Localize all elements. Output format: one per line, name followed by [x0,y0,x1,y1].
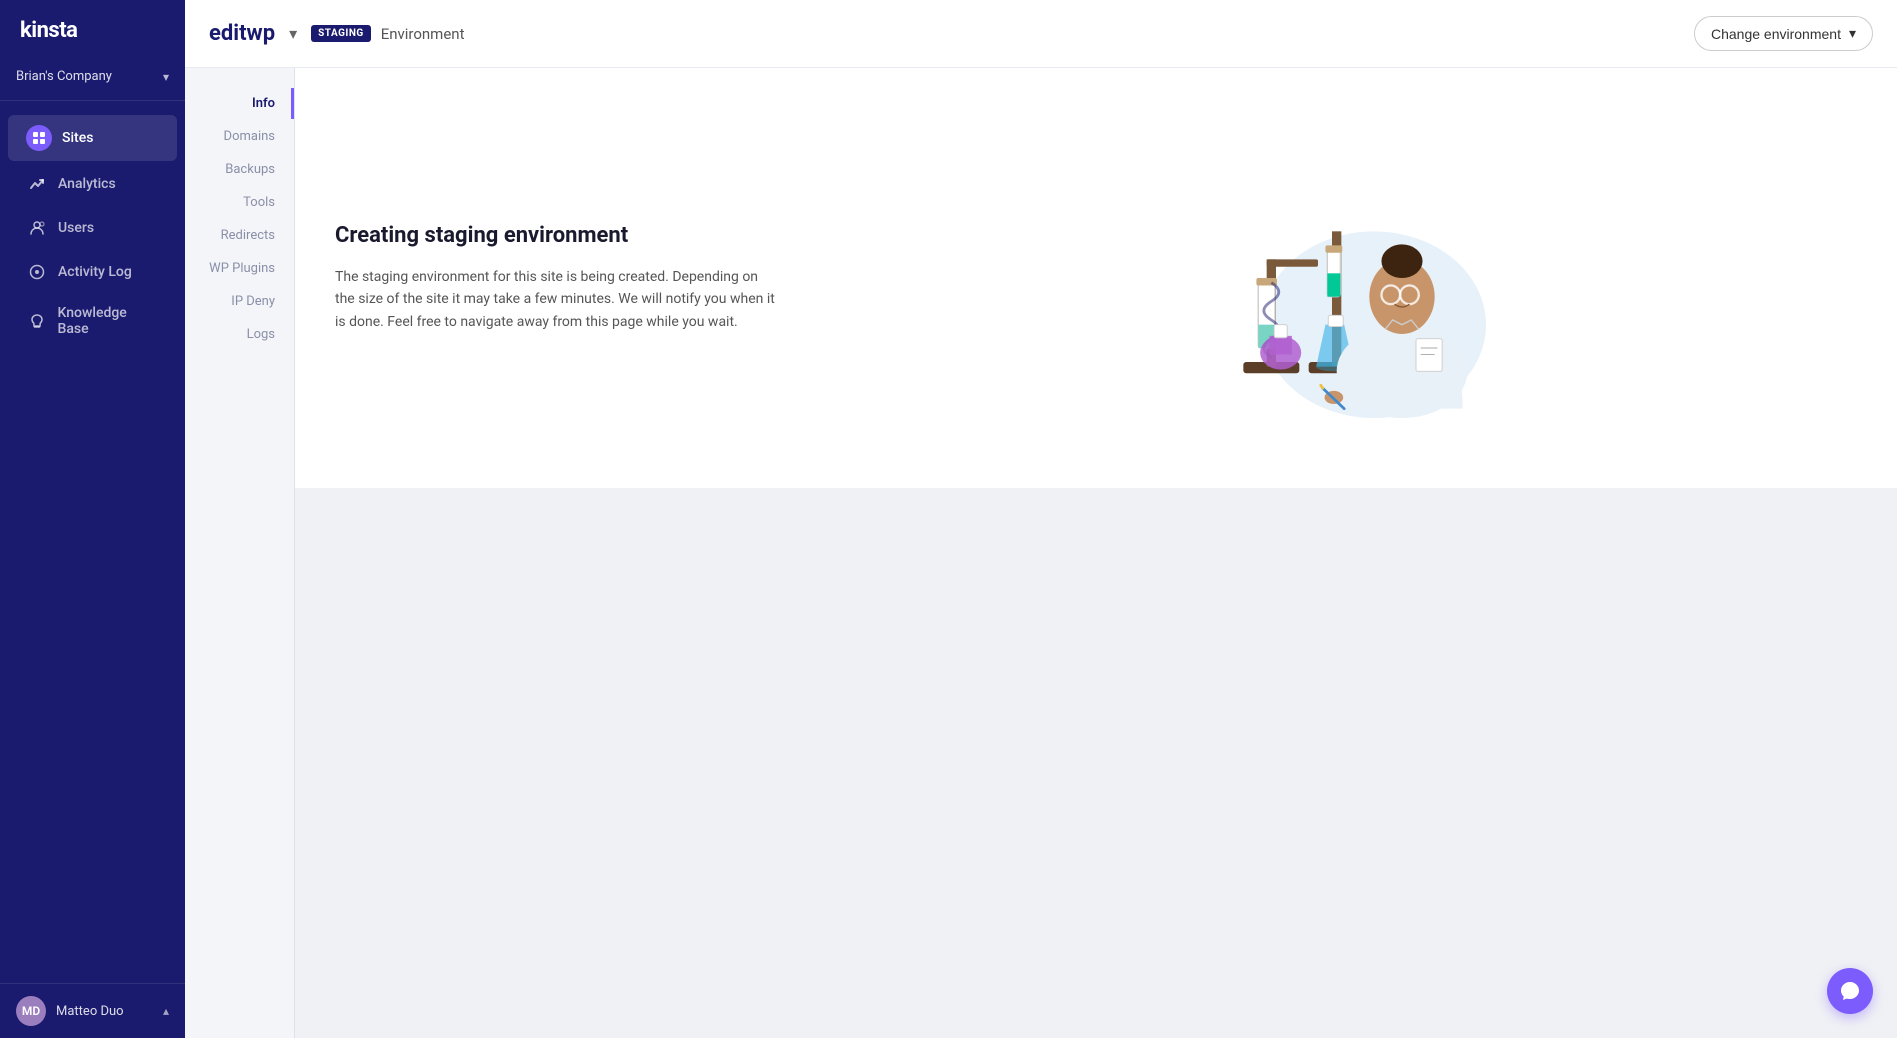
env-label: Environment [381,25,465,43]
top-header: editwp ▾ STAGING Environment Change envi… [185,0,1897,68]
sub-nav: Info Domains Backups Tools Redirects WP … [185,68,295,1038]
user-name: Matteo Duo [56,1004,124,1019]
knowledge-base-icon [26,310,48,332]
sidebar: kinsta Brian's Company ▾ Sites [0,0,185,1038]
illustration-area [835,128,1857,428]
sidebar-item-sites[interactable]: Sites [8,115,177,161]
user-info: MD Matteo Duo [16,996,124,1026]
staging-description: The staging environment for this site is… [335,266,775,333]
company-selector[interactable]: Brian's Company ▾ [0,61,185,101]
sidebar-item-activity-log[interactable]: Activity Log [8,251,177,293]
sites-icon [26,125,52,151]
sidebar-item-users[interactable]: Users [8,207,177,249]
staging-title: Creating staging environment [335,223,775,248]
sidebar-item-users-label: Users [58,220,94,236]
sidebar-item-knowledge-base-label: Knowledge Base [58,305,160,337]
user-initials: MD [22,1004,40,1018]
sidebar-item-knowledge-base[interactable]: Knowledge Base [8,295,177,347]
site-dropdown-icon: ▾ [289,26,297,43]
sub-nav-item-redirects[interactable]: Redirects [185,220,294,251]
site-name: editwp [209,21,275,46]
chat-icon [1839,980,1861,1002]
staging-info: Creating staging environment The staging… [335,223,775,333]
change-environment-button[interactable]: Change environment ▾ [1694,16,1873,51]
chat-button[interactable] [1827,968,1873,1014]
analytics-icon [26,173,48,195]
sub-nav-item-wp-plugins[interactable]: WP Plugins [185,253,294,284]
sub-nav-item-tools[interactable]: Tools [185,187,294,218]
scientist-illustration [1186,138,1506,418]
sidebar-item-activity-log-label: Activity Log [58,264,132,280]
company-name: Brian's Company [16,69,112,84]
chevron-up-icon: ▴ [163,1004,169,1018]
main-content: editwp ▾ STAGING Environment Change envi… [185,0,1897,1038]
sidebar-item-analytics[interactable]: Analytics [8,163,177,205]
staging-badge: STAGING [311,25,371,42]
sidebar-logo: kinsta [0,0,185,61]
sidebar-item-analytics-label: Analytics [58,176,116,192]
sidebar-item-sites-label: Sites [62,130,93,146]
logo-text: kinsta [20,18,77,43]
activity-log-icon [26,261,48,283]
change-env-label: Change environment [1711,26,1841,42]
site-dropdown-button[interactable]: ▾ [285,20,301,48]
sub-nav-item-ip-deny[interactable]: IP Deny [185,286,294,317]
sub-nav-item-info[interactable]: Info [185,88,294,119]
site-title-area: editwp ▾ STAGING Environment [209,20,464,48]
info-panel: Creating staging environment The staging… [295,68,1897,488]
content-area: Info Domains Backups Tools Redirects WP … [185,68,1897,1038]
change-env-chevron-icon: ▾ [1849,25,1856,42]
sub-nav-item-domains[interactable]: Domains [185,121,294,152]
user-avatar: MD [16,996,46,1026]
page-content: Creating staging environment The staging… [295,68,1897,1038]
chevron-down-icon: ▾ [163,70,169,84]
sidebar-footer[interactable]: MD Matteo Duo ▴ [0,983,185,1038]
users-icon [26,217,48,239]
sidebar-nav: Sites Analytics Users [0,101,185,983]
sub-nav-item-logs[interactable]: Logs [185,319,294,350]
sub-nav-item-backups[interactable]: Backups [185,154,294,185]
